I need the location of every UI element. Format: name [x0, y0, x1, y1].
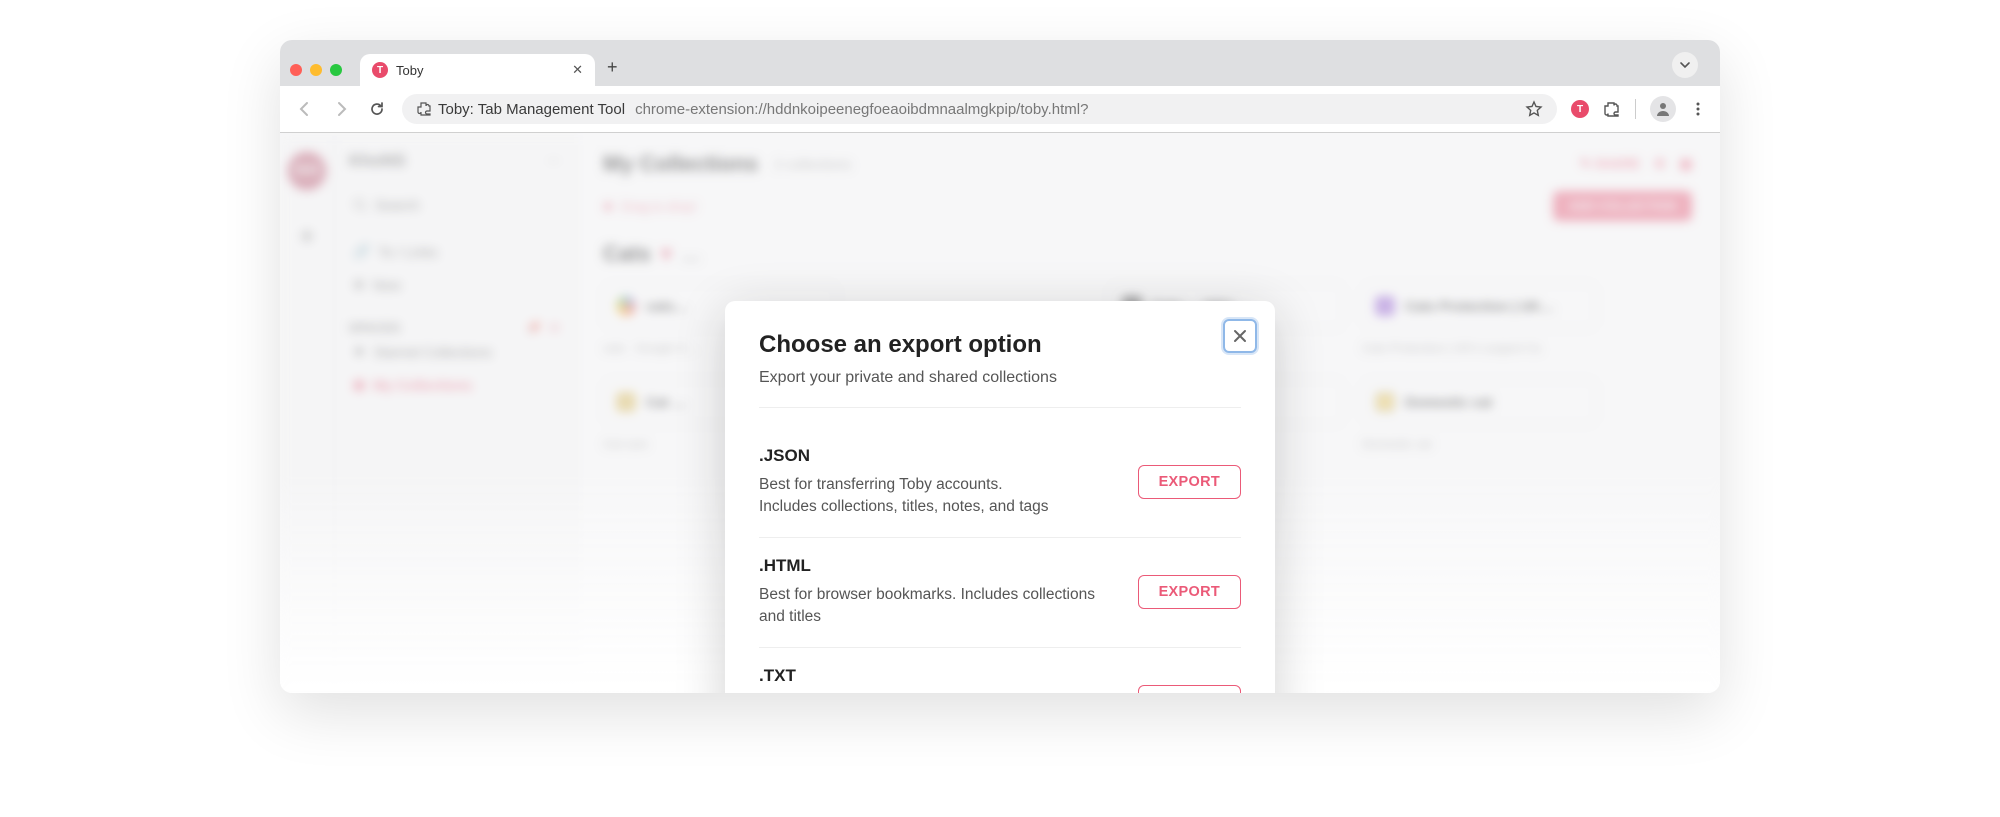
option-format: .HTML	[759, 556, 1118, 576]
extensions-button[interactable]	[1603, 100, 1621, 118]
divider	[1635, 99, 1636, 119]
toby-extension-icon[interactable]: T	[1571, 100, 1589, 118]
puzzle-icon	[1603, 100, 1621, 118]
window-maximize-icon[interactable]	[330, 64, 342, 76]
app-content: KH + KhoNS ⋯ Search 🔗To / Links ⊕New SPA…	[280, 133, 1720, 693]
nav-back-button[interactable]	[294, 98, 316, 120]
extension-badge: Toby: Tab Management Tool	[416, 101, 625, 118]
puzzle-icon	[416, 101, 432, 117]
nav-forward-button[interactable]	[330, 98, 352, 120]
window-close-icon[interactable]	[290, 64, 302, 76]
browser-window: T Toby ✕ + Toby: Tab Management	[280, 40, 1720, 693]
modal-subtitle: Export your private and shared collectio…	[759, 369, 1241, 408]
address-bar: Toby: Tab Management Tool chrome-extensi…	[280, 86, 1720, 132]
window-minimize-icon[interactable]	[310, 64, 322, 76]
option-description: Best for browser bookmarks. Includes col…	[759, 584, 1118, 629]
close-icon	[1232, 328, 1248, 344]
browser-chrome: T Toby ✕ + Toby: Tab Management	[280, 40, 1720, 133]
export-txt-button[interactable]: EXPORT	[1138, 685, 1241, 693]
export-option-json: .JSON Best for transferring Toby account…	[759, 428, 1241, 538]
option-text: .HTML Best for browser bookmarks. Includ…	[759, 556, 1118, 629]
browser-tab[interactable]: T Toby ✕	[360, 54, 595, 86]
option-text: .TXT Best as a editble back up file. Inc…	[759, 666, 1118, 693]
arrow-right-icon	[332, 100, 350, 118]
bookmark-button[interactable]	[1525, 100, 1543, 118]
option-text: .JSON Best for transferring Toby account…	[759, 446, 1118, 519]
menu-button[interactable]	[1690, 101, 1706, 117]
option-format: .TXT	[759, 666, 1118, 686]
tab-title: Toby	[396, 63, 564, 78]
toolbar-icons: T	[1571, 96, 1706, 122]
tab-bar: T Toby ✕ +	[280, 40, 1720, 86]
chevron-down-icon	[1679, 59, 1691, 71]
extension-label: Toby: Tab Management Tool	[438, 101, 625, 118]
arrow-left-icon	[296, 100, 314, 118]
new-tab-button[interactable]: +	[607, 57, 618, 78]
export-modal: Choose an export option Export your priv…	[725, 301, 1275, 693]
star-icon	[1525, 100, 1543, 118]
export-html-button[interactable]: EXPORT	[1138, 575, 1241, 609]
close-icon[interactable]: ✕	[572, 62, 583, 78]
window-controls	[290, 64, 342, 76]
export-option-txt: .TXT Best as a editble back up file. Inc…	[759, 648, 1241, 693]
profile-button[interactable]	[1650, 96, 1676, 122]
reload-button[interactable]	[366, 98, 388, 120]
url-text: chrome-extension://hddnkoipeenegfoeaoibd…	[635, 101, 1088, 118]
person-icon	[1655, 101, 1671, 117]
modal-title: Choose an export option	[759, 331, 1241, 359]
export-option-html: .HTML Best for browser bookmarks. Includ…	[759, 538, 1241, 648]
reload-icon	[368, 100, 386, 118]
option-format: .JSON	[759, 446, 1118, 466]
tab-favicon: T	[372, 62, 388, 78]
export-json-button[interactable]: EXPORT	[1138, 465, 1241, 499]
url-box[interactable]: Toby: Tab Management Tool chrome-extensi…	[402, 94, 1557, 124]
kebab-icon	[1690, 101, 1706, 117]
tabs-dropdown-button[interactable]	[1672, 52, 1698, 78]
option-description: Best for transferring Toby accounts. Inc…	[759, 474, 1118, 519]
modal-close-button[interactable]	[1223, 319, 1257, 353]
